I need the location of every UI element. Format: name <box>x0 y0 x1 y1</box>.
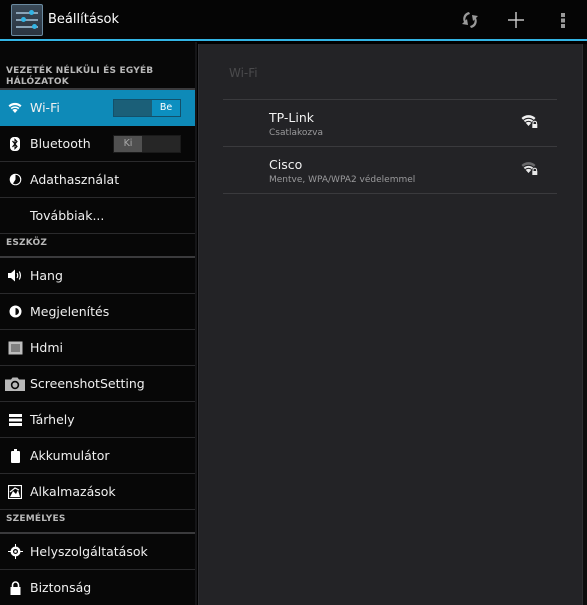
sidebar-item-data-usage[interactable]: Adathasználat <box>0 162 195 198</box>
toggle-label: Ki <box>114 136 142 152</box>
refresh-icon <box>462 12 478 28</box>
location-icon <box>0 544 30 559</box>
sidebar-item-label: Bluetooth <box>30 136 91 151</box>
battery-icon <box>0 448 30 463</box>
network-item-tp-link[interactable]: TP-Link Csatlakozva <box>223 100 557 146</box>
wifi-panel: Wi-Fi TP-Link Csatlakozva Cisco Mentve, … <box>198 44 583 605</box>
lock-icon <box>0 580 30 595</box>
network-item-cisco[interactable]: Cisco Mentve, WPA/WPA2 védelemmel <box>223 147 557 193</box>
data-usage-icon <box>0 173 30 186</box>
sidebar-item-battery[interactable]: Akkumulátor <box>0 438 195 474</box>
sidebar-item-hdmi[interactable]: Hdmi <box>0 330 195 366</box>
bluetooth-toggle[interactable]: Ki <box>113 135 181 153</box>
sidebar-item-label: Tárhely <box>30 412 75 427</box>
panel-edge <box>583 44 587 605</box>
bluetooth-icon <box>0 136 30 151</box>
divider <box>223 193 557 194</box>
sidebar-item-label: Hang <box>30 268 63 283</box>
network-name: TP-Link <box>269 110 315 125</box>
sidebar-item-label: Továbbiak... <box>30 208 105 223</box>
settings-sliders-icon[interactable] <box>11 4 43 36</box>
sidebar-item-label: Wi-Fi <box>30 100 60 115</box>
wifi-secured-dim-icon <box>521 162 538 175</box>
sidebar-item-storage[interactable]: Tárhely <box>0 402 195 438</box>
network-status: Csatlakozva <box>269 128 323 138</box>
toggle-label: Be <box>152 100 180 116</box>
sidebar-item-display[interactable]: Megjelenítés <box>0 294 195 330</box>
wifi-toggle[interactable]: Be <box>113 99 181 117</box>
sidebar-item-screenshot-setting[interactable]: ScreenshotSetting <box>0 366 195 402</box>
sidebar-divider <box>195 42 197 605</box>
camera-icon <box>0 377 30 391</box>
section-header-wireless: VEZETÉK NÉLKÜLI ÉS EGYÉB HÁLÓZATOK <box>0 66 195 90</box>
scan-button[interactable] <box>455 6 485 34</box>
section-header-personal: SZEMÉLYES <box>0 514 195 534</box>
settings-sidebar: VEZETÉK NÉLKÜLI ÉS EGYÉB HÁLÓZATOK Wi-Fi… <box>0 42 195 605</box>
sidebar-item-bluetooth[interactable]: Bluetooth Ki <box>0 126 195 162</box>
sidebar-item-label: Helyszolgáltatások <box>30 544 148 559</box>
wifi-icon <box>0 102 30 114</box>
storage-icon <box>0 413 30 426</box>
sidebar-item-sound[interactable]: Hang <box>0 258 195 294</box>
wifi-secured-full-icon <box>521 115 538 128</box>
sidebar-item-apps[interactable]: Alkalmazások <box>0 474 195 510</box>
sidebar-item-label: Hdmi <box>30 340 63 355</box>
network-status: Mentve, WPA/WPA2 védelemmel <box>269 175 416 185</box>
volume-icon <box>0 269 30 282</box>
network-name: Cisco <box>269 157 303 172</box>
sidebar-item-label: ScreenshotSetting <box>30 376 145 391</box>
app-title: Beállítások <box>48 12 120 27</box>
sidebar-item-label: Akkumulátor <box>30 448 110 463</box>
action-bar-divider <box>0 39 587 41</box>
hdmi-icon <box>0 341 30 355</box>
sidebar-item-label: Megjelenítés <box>30 304 110 319</box>
panel-title: Wi-Fi <box>229 66 258 80</box>
section-header-device: ESZKÖZ <box>0 238 195 258</box>
sidebar-item-label: Adathasználat <box>30 172 120 187</box>
add-network-button[interactable] <box>501 6 531 34</box>
brightness-icon <box>0 305 30 318</box>
more-vertical-icon <box>561 13 565 28</box>
sidebar-item-more[interactable]: Továbbiak... <box>0 198 195 234</box>
sidebar-item-wifi[interactable]: Wi-Fi Be <box>0 90 195 126</box>
sidebar-item-label: Biztonság <box>30 580 92 595</box>
plus-icon <box>508 12 524 28</box>
overflow-menu-button[interactable] <box>548 6 578 34</box>
sidebar-item-security[interactable]: Biztonság <box>0 570 195 605</box>
apps-icon <box>0 484 30 499</box>
sidebar-item-label: Alkalmazások <box>30 484 116 499</box>
sidebar-item-location[interactable]: Helyszolgáltatások <box>0 534 195 570</box>
action-bar: Beállítások <box>0 0 587 40</box>
